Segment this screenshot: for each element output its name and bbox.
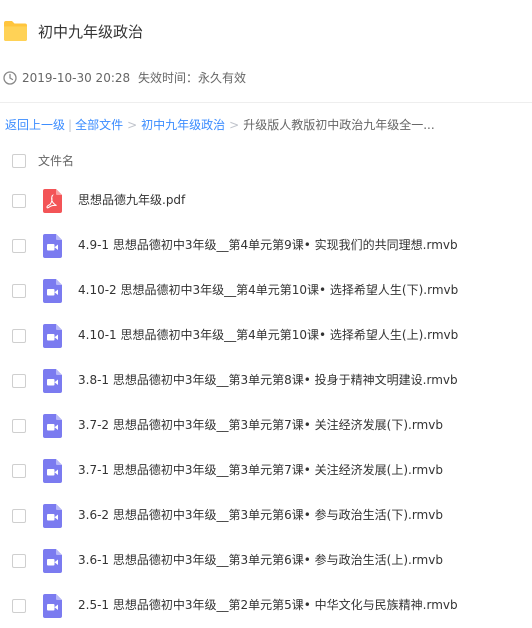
video-file-icon — [43, 279, 62, 303]
file-checkbox[interactable] — [12, 599, 26, 613]
file-name[interactable]: 思想品德九年级.pdf — [78, 192, 185, 208]
breadcrumb-chevron-icon: > — [229, 118, 240, 132]
video-file-icon — [43, 414, 62, 438]
file-row[interactable]: 2.5-1 思想品德初中3年级__第2单元第5课• 中华文化与民族精神.rmvb — [0, 583, 532, 628]
file-name[interactable]: 4.9-1 思想品德初中3年级__第4单元第9课• 实现我们的共同理想.rmvb — [78, 237, 458, 253]
file-name[interactable]: 3.6-2 思想品德初中3年级__第3单元第6课• 参与政治生活(下).rmvb — [78, 507, 443, 523]
file-row[interactable]: 3.6-2 思想品德初中3年级__第3单元第6课• 参与政治生活(下).rmvb — [0, 493, 532, 538]
video-file-icon — [43, 234, 62, 258]
file-checkbox[interactable] — [12, 509, 26, 523]
all-files-link[interactable]: 全部文件 — [75, 116, 123, 134]
expiry-text: 失效时间：永久有效 — [138, 71, 247, 85]
file-checkbox[interactable] — [12, 284, 26, 298]
file-name[interactable]: 4.10-2 思想品德初中3年级__第4单元第10课• 选择希望人生(下).rm… — [78, 282, 458, 298]
file-checkbox[interactable] — [12, 374, 26, 388]
file-row[interactable]: 4.10-2 思想品德初中3年级__第4单元第10课• 选择希望人生(下).rm… — [0, 268, 532, 313]
file-checkbox[interactable] — [12, 329, 26, 343]
breadcrumb-current: 升级版人教版初中政治九年级全一... — [243, 118, 435, 132]
file-row[interactable]: 4.10-1 思想品德初中3年级__第4单元第10课• 选择希望人生(上).rm… — [0, 313, 532, 358]
video-file-icon — [43, 504, 62, 528]
file-name[interactable]: 3.6-1 思想品德初中3年级__第3单元第6课• 参与政治生活(上).rmvb — [78, 552, 443, 568]
file-checkbox[interactable] — [12, 194, 26, 208]
file-checkbox[interactable] — [12, 239, 26, 253]
file-checkbox[interactable] — [12, 464, 26, 478]
divider — [0, 102, 532, 103]
video-file-icon — [43, 324, 62, 348]
folder-link[interactable]: 初中九年级政治 — [141, 116, 225, 134]
pdf-file-icon — [43, 189, 62, 213]
file-name[interactable]: 3.7-2 思想品德初中3年级__第3单元第7课• 关注经济发展(下).rmvb — [78, 417, 443, 433]
file-name[interactable]: 2.5-1 思想品德初中3年级__第2单元第5课• 中华文化与民族精神.rmvb — [78, 597, 458, 613]
share-date: 2019-10-30 20:28 — [22, 71, 131, 85]
file-name[interactable]: 3.7-1 思想品德初中3年级__第3单元第7课• 关注经济发展(上).rmvb — [78, 462, 443, 478]
video-file-icon — [43, 594, 62, 618]
file-row[interactable]: 4.9-1 思想品德初中3年级__第4单元第9课• 实现我们的共同理想.rmvb — [0, 223, 532, 268]
clock-icon — [3, 71, 17, 85]
file-checkbox[interactable] — [12, 554, 26, 568]
file-row[interactable]: 3.7-1 思想品德初中3年级__第3单元第7课• 关注经济发展(上).rmvb — [0, 448, 532, 493]
video-file-icon — [43, 549, 62, 573]
select-all-checkbox[interactable] — [12, 154, 26, 168]
video-file-icon — [43, 369, 62, 393]
breadcrumb-chevron-icon: > — [127, 118, 138, 132]
file-name[interactable]: 3.8-1 思想品德初中3年级__第3单元第8课• 投身于精神文明建设.rmvb — [78, 372, 458, 388]
back-link[interactable]: 返回上一级 — [5, 116, 65, 134]
breadcrumb-bar: | — [68, 118, 73, 132]
folder-icon — [4, 21, 27, 41]
file-row[interactable]: 思想品德九年级.pdf — [0, 178, 532, 223]
list-header: 文件名 — [0, 144, 532, 178]
file-row[interactable]: 3.8-1 思想品德初中3年级__第3单元第8课• 投身于精神文明建设.rmvb — [0, 358, 532, 403]
folder-title: 初中九年级政治 — [38, 23, 144, 41]
share-meta: 2019-10-30 20:28 失效时间：永久有效 — [0, 66, 532, 90]
file-row[interactable]: 3.6-1 思想品德初中3年级__第3单元第6课• 参与政治生活(上).rmvb — [0, 538, 532, 583]
column-filename[interactable]: 文件名 — [38, 153, 74, 169]
file-checkbox[interactable] — [12, 419, 26, 433]
share-header: 初中九年级政治 — [0, 0, 532, 64]
file-name[interactable]: 4.10-1 思想品德初中3年级__第4单元第10课• 选择希望人生(上).rm… — [78, 327, 458, 343]
file-list: 思想品德九年级.pdf 4.9-1 思想品德初中3年级__第4单元第9课• 实现… — [0, 178, 532, 628]
video-file-icon — [43, 459, 62, 483]
breadcrumb: 返回上一级 | 全部文件 > 初中九年级政治 > 升级版人教版初中政治九年级全一... — [5, 116, 532, 134]
file-row[interactable]: 3.7-2 思想品德初中3年级__第3单元第7课• 关注经济发展(下).rmvb — [0, 403, 532, 448]
